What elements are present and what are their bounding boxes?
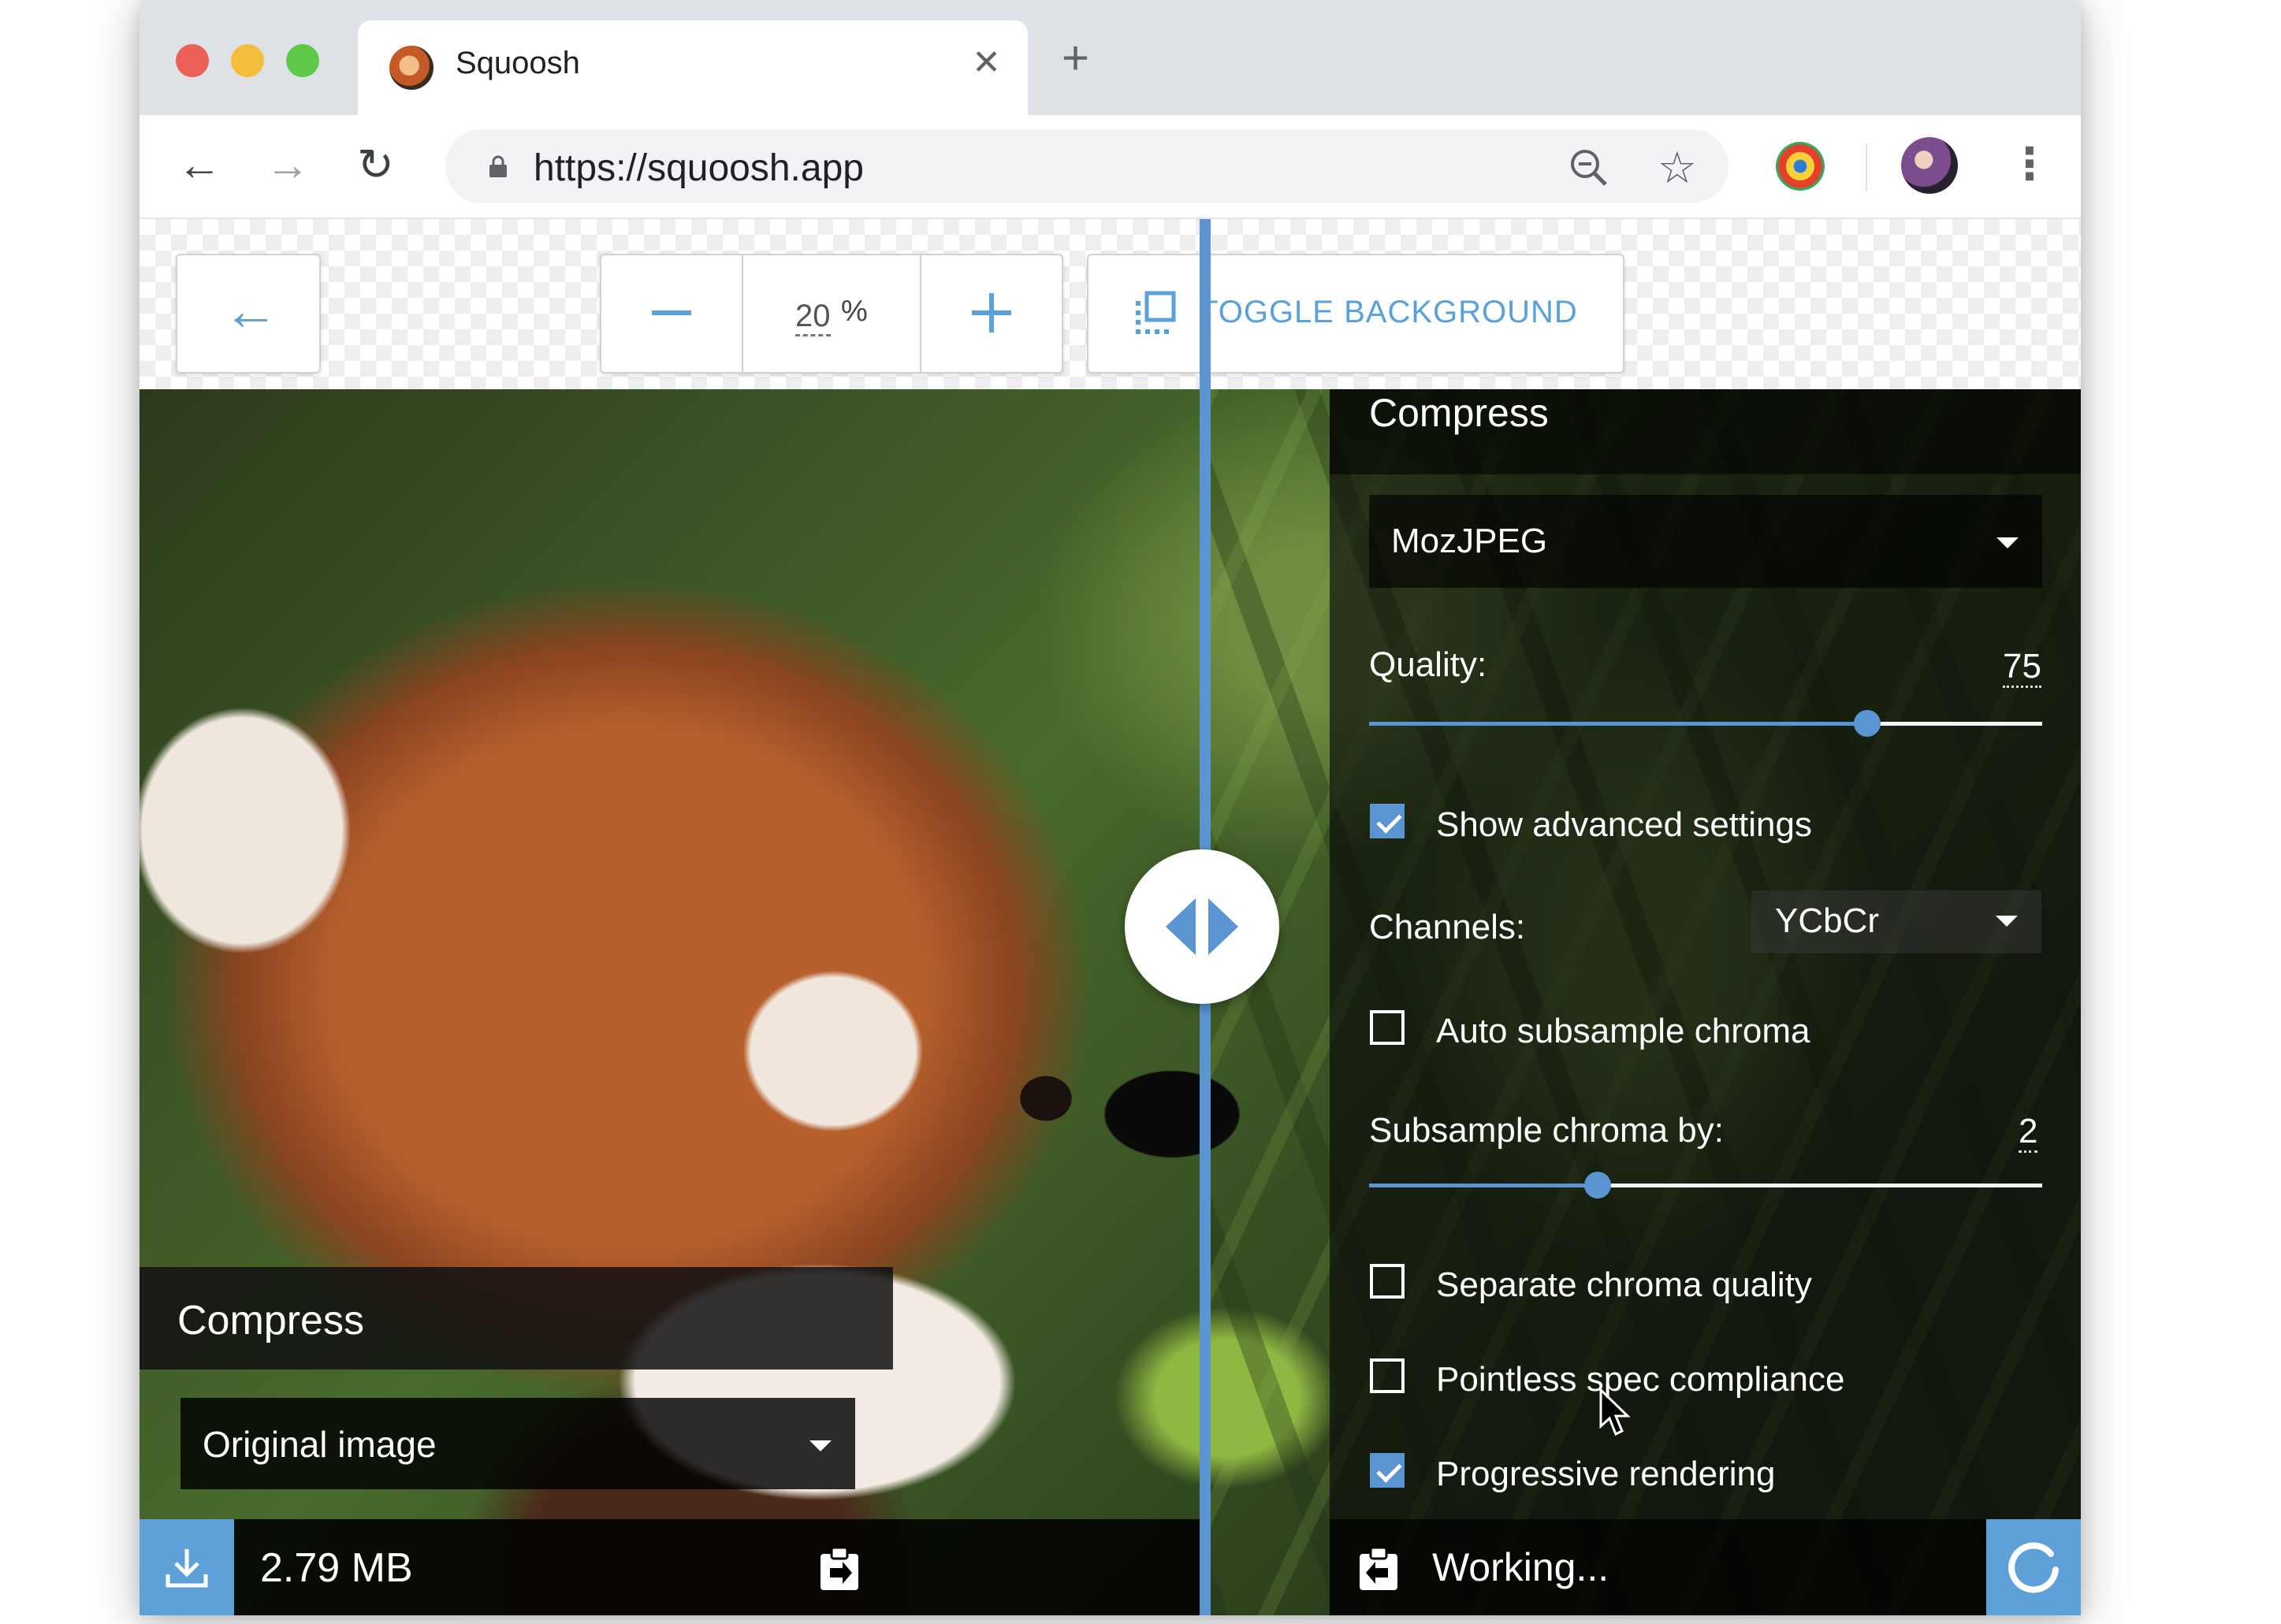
new-tab-button[interactable]: +	[1062, 35, 1089, 82]
progressive-rendering-label: Progressive rendering	[1436, 1455, 1776, 1493]
subsample-slider[interactable]	[1369, 1172, 2042, 1198]
lock-icon	[489, 155, 507, 177]
right-panel-title: Compress	[1369, 391, 1549, 435]
encoder-value: MozJPEG	[1391, 522, 1548, 560]
quality-label: Quality:	[1369, 645, 1487, 684]
encoder-select[interactable]: MozJPEG	[1369, 495, 2042, 588]
left-panel-title: Compress	[177, 1298, 364, 1343]
subsample-label: Subsample chroma by:	[1369, 1111, 1724, 1150]
zoom-percent: %	[841, 295, 868, 328]
address-bar[interactable]: https://squoosh.app ☆	[445, 129, 1728, 203]
toggle-background-icon	[1136, 291, 1176, 334]
left-method-select[interactable]: Original image	[180, 1398, 855, 1489]
back-icon[interactable]: ←	[177, 137, 221, 192]
zoom-controls: 20 %	[600, 254, 1063, 373]
toggle-background-button[interactable]: TOGGLE BACKGROUND	[1087, 254, 1624, 373]
app-back-button[interactable]: ←	[176, 254, 321, 373]
split-arrows-icon	[1166, 898, 1238, 955]
toolbar-divider	[1866, 143, 1867, 191]
right-results-bar: Working...	[1330, 1519, 2081, 1615]
profile-avatar[interactable]	[1901, 137, 1958, 194]
copy-to-other-side-icon[interactable]	[1356, 1546, 1401, 1592]
minimize-window-button[interactable]	[231, 44, 264, 77]
auto-subsample-label: Auto subsample chroma	[1436, 1012, 1810, 1050]
reload-icon[interactable]: ↻	[357, 137, 394, 192]
zoom-value[interactable]: 20	[795, 298, 831, 336]
separate-chroma-checkbox[interactable]	[1370, 1264, 1405, 1299]
loading-spinner	[1986, 1519, 2081, 1615]
squoosh-app: ← 20 % TOGGLE BACKGROUND Compress Origin…	[140, 219, 2081, 1615]
pointless-spec-checkbox[interactable]	[1370, 1358, 1405, 1393]
channels-label: Channels:	[1369, 908, 1526, 946]
left-file-size: 2.79 MB	[260, 1545, 413, 1591]
browser-toolbar: ← → ↻ https://squoosh.app ☆ ⋮	[140, 115, 2081, 219]
subsample-value[interactable]: 2	[2019, 1113, 2038, 1153]
separate-chroma-label: Separate chroma quality	[1436, 1265, 1812, 1304]
toggle-background-label: TOGGLE BACKGROUND	[1199, 295, 1578, 329]
menu-icon[interactable]: ⋮	[2008, 140, 2052, 188]
caret-down-icon	[809, 1440, 832, 1451]
quality-value[interactable]: 75	[2003, 648, 2041, 688]
caret-down-icon	[1996, 916, 2018, 927]
quality-slider[interactable]	[1369, 710, 2042, 737]
arrow-left-icon: ←	[223, 280, 278, 341]
channels-value: YCbCr	[1775, 901, 1880, 940]
quality-slider-fill	[1369, 722, 1867, 726]
forward-icon[interactable]: →	[266, 137, 310, 192]
spinner-icon	[2008, 1542, 2059, 1593]
left-results-bar: 2.79 MB	[140, 1519, 1200, 1615]
browser-window: Squoosh ✕ + ← → ↻ https://squoosh.app ☆ …	[140, 0, 2081, 1615]
tab-squoosh[interactable]: Squoosh ✕	[358, 20, 1028, 115]
split-handle[interactable]	[1125, 849, 1279, 1004]
tab-strip: Squoosh ✕ +	[140, 0, 2081, 115]
close-window-button[interactable]	[176, 44, 209, 77]
tab-title: Squoosh	[456, 46, 580, 80]
zoom-icon[interactable]	[1566, 145, 1610, 189]
auto-subsample-checkbox[interactable]	[1370, 1010, 1405, 1045]
download-icon	[166, 1549, 208, 1588]
progressive-rendering-checkbox[interactable]	[1370, 1453, 1405, 1488]
maximize-window-button[interactable]	[286, 44, 319, 77]
url-text[interactable]: https://squoosh.app	[534, 147, 864, 190]
close-tab-icon[interactable]: ✕	[972, 43, 1001, 83]
show-advanced-checkbox[interactable]	[1370, 804, 1405, 838]
subsample-slider-fill	[1369, 1184, 1598, 1187]
channels-select[interactable]: YCbCr	[1751, 890, 2041, 953]
zoom-out-button[interactable]	[601, 255, 743, 372]
extension-icon[interactable]	[1776, 142, 1825, 191]
plus-icon-vertical	[989, 293, 994, 333]
left-panel-header: Compress	[140, 1267, 893, 1369]
squoosh-favicon-icon	[389, 46, 434, 90]
show-advanced-label: Show advanced settings	[1436, 805, 1812, 844]
pointless-spec-label: Pointless spec compliance	[1436, 1360, 1845, 1399]
zoom-in-button[interactable]	[920, 255, 1062, 372]
left-method-value: Original image	[203, 1424, 437, 1465]
minus-icon	[652, 310, 691, 315]
zoom-input[interactable]: 20 %	[743, 255, 920, 372]
status-text: Working...	[1432, 1545, 1609, 1589]
star-icon[interactable]: ☆	[1658, 142, 1697, 194]
download-button[interactable]	[140, 1519, 234, 1615]
copy-to-other-side-icon[interactable]	[817, 1546, 861, 1592]
quality-slider-thumb[interactable]	[1853, 710, 1881, 737]
caret-down-icon	[1996, 537, 2019, 548]
